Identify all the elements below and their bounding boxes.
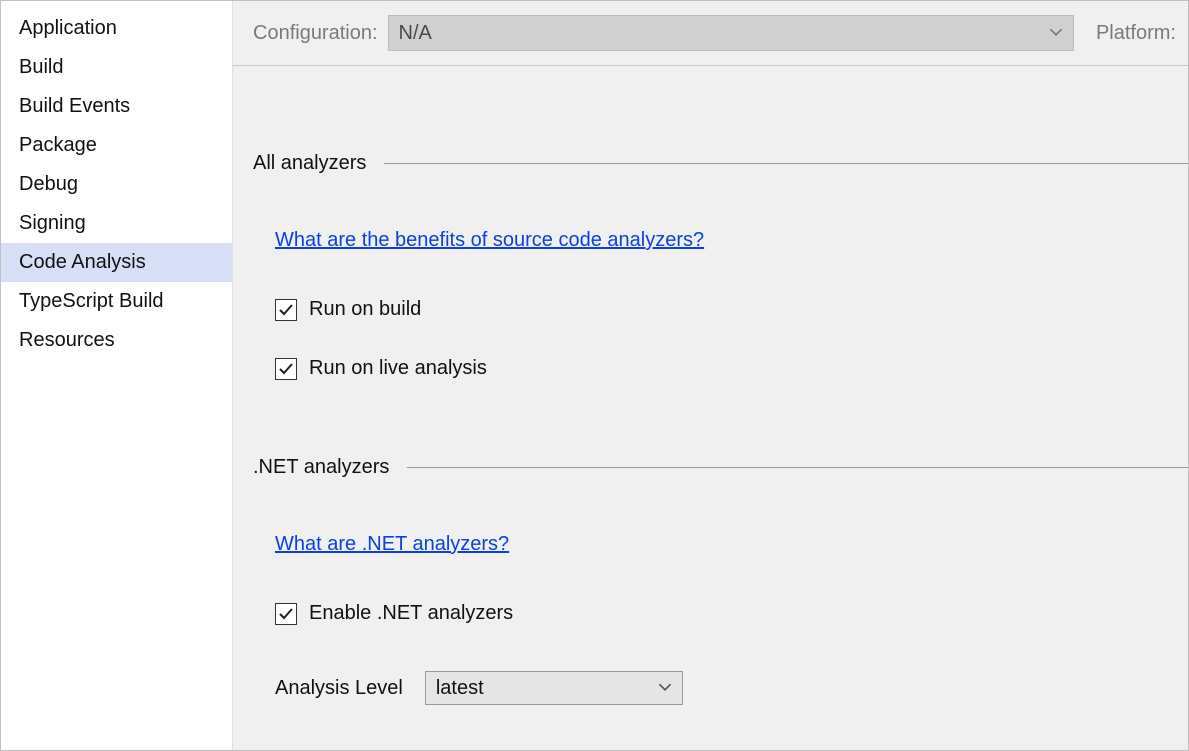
section-title-row: All analyzers [253, 152, 1188, 175]
section-rule [407, 467, 1188, 468]
sidebar-item-label: Resources [19, 329, 115, 351]
sidebar-item-application[interactable]: Application [1, 9, 232, 48]
sidebar-item-label: TypeScript Build [19, 290, 164, 312]
sidebar-item-label: Application [19, 17, 117, 39]
enable-net-analyzers-checkbox[interactable] [275, 603, 297, 625]
check-icon [278, 606, 294, 622]
what-are-net-analyzers-link[interactable]: What are .NET analyzers? [275, 533, 509, 556]
sidebar-item-label: Signing [19, 212, 86, 234]
analysis-level-value: latest [436, 677, 484, 700]
run-on-build-label: Run on build [309, 298, 421, 321]
run-on-live-label: Run on live analysis [309, 357, 487, 380]
project-properties-window: Application Build Build Events Package D… [0, 0, 1189, 751]
benefits-link[interactable]: What are the benefits of source code ana… [275, 229, 704, 252]
sidebar: Application Build Build Events Package D… [1, 1, 233, 750]
analysis-level-row: Analysis Level latest [275, 671, 1188, 705]
run-on-live-checkbox[interactable] [275, 358, 297, 380]
section-net-analyzers: .NET analyzers What are .NET analyzers? … [253, 456, 1188, 705]
section-title: All analyzers [253, 152, 384, 175]
section-title: .NET analyzers [253, 456, 407, 479]
sidebar-item-label: Build Events [19, 95, 130, 117]
content-area: All analyzers What are the benefits of s… [233, 66, 1188, 750]
section-title-row: .NET analyzers [253, 456, 1188, 479]
sidebar-item-label: Debug [19, 173, 78, 195]
sidebar-item-build[interactable]: Build [1, 48, 232, 87]
sidebar-item-resources[interactable]: Resources [1, 321, 232, 360]
configuration-select[interactable]: N/A [388, 15, 1074, 51]
enable-net-analyzers-row: Enable .NET analyzers [275, 602, 1188, 625]
chevron-down-icon [1049, 22, 1063, 45]
section-body: What are the benefits of source code ana… [253, 175, 1188, 380]
sidebar-item-label: Build [19, 56, 63, 78]
config-header: Configuration: N/A Platform: [233, 1, 1188, 66]
configuration-label: Configuration: [253, 22, 378, 45]
sidebar-item-debug[interactable]: Debug [1, 165, 232, 204]
chevron-down-icon [658, 677, 672, 700]
check-icon [278, 361, 294, 377]
section-body: What are .NET analyzers? Enable .NET ana… [253, 479, 1188, 705]
run-on-build-checkbox-row: Run on build [275, 298, 1188, 321]
enable-net-analyzers-label: Enable .NET analyzers [309, 602, 513, 625]
sidebar-item-package[interactable]: Package [1, 126, 232, 165]
sidebar-item-typescript-build[interactable]: TypeScript Build [1, 282, 232, 321]
sidebar-item-label: Code Analysis [19, 251, 146, 273]
configuration-value: N/A [399, 22, 432, 45]
sidebar-item-build-events[interactable]: Build Events [1, 87, 232, 126]
sidebar-item-label: Package [19, 134, 97, 156]
sidebar-item-signing[interactable]: Signing [1, 204, 232, 243]
main-panel: Configuration: N/A Platform: All analyze… [233, 1, 1188, 750]
sidebar-item-code-analysis[interactable]: Code Analysis [1, 243, 232, 282]
analysis-level-select[interactable]: latest [425, 671, 683, 705]
run-on-live-checkbox-row: Run on live analysis [275, 357, 1188, 380]
platform-label: Platform: [1096, 22, 1176, 45]
section-rule [384, 163, 1188, 164]
run-on-build-checkbox[interactable] [275, 299, 297, 321]
analysis-level-label: Analysis Level [275, 677, 403, 700]
section-all-analyzers: All analyzers What are the benefits of s… [253, 152, 1188, 380]
check-icon [278, 302, 294, 318]
